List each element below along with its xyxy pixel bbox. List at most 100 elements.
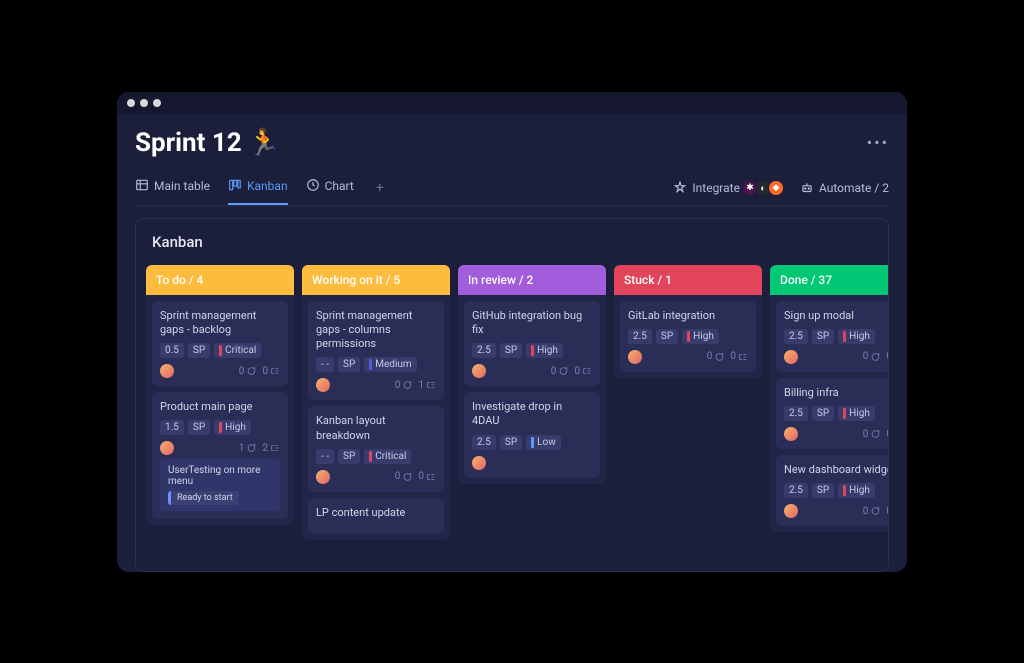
tab-main-table[interactable]: Main table — [135, 172, 210, 205]
kanban-card[interactable]: Product main page 1.5 SP High 1 2 UserTe… — [152, 392, 288, 519]
subitem-title: UserTesting on more menu — [168, 465, 272, 487]
subitems-count[interactable]: 1 — [418, 380, 436, 391]
window-dot[interactable] — [140, 99, 148, 107]
card-title: GitLab integration — [628, 309, 748, 323]
subitems-count[interactable]: 0 — [886, 351, 888, 362]
kanban-column: In review / 2 GitHub integration bug fix … — [458, 265, 606, 561]
column-header[interactable]: In review / 2 — [458, 265, 606, 295]
card-meta: 0 1 — [395, 380, 436, 391]
card-meta: 0 0 — [395, 471, 436, 482]
column-header[interactable]: To do / 4 — [146, 265, 294, 295]
card-title: New dashboard widget — [784, 463, 888, 477]
comments-count[interactable]: 0 — [863, 351, 881, 362]
priority-badge: High — [838, 406, 875, 421]
column-header[interactable]: Working on it / 5 — [302, 265, 450, 295]
story-points-badge: 0.5 — [160, 343, 184, 358]
assignee-avatar[interactable] — [316, 378, 330, 392]
tab-chart[interactable]: Chart — [306, 172, 354, 205]
story-points-badge: 2.5 — [784, 329, 808, 344]
card-meta: 1 2 — [239, 443, 280, 454]
card-footer: 0 0 — [160, 364, 280, 378]
subitems-count[interactable]: 0 — [262, 366, 280, 377]
card-footer: 0 0 — [316, 470, 436, 484]
kanban-card[interactable]: New dashboard widget 2.5 SP High 0 0 — [776, 455, 888, 526]
comments-count[interactable]: 0 — [239, 366, 257, 377]
assignee-avatar[interactable] — [784, 504, 798, 518]
priority-badge: Critical — [214, 343, 261, 358]
automate-button[interactable]: Automate / 2 — [800, 181, 889, 195]
window-dot[interactable] — [127, 99, 135, 107]
subitems-count[interactable]: 0 — [886, 429, 888, 440]
comments-count[interactable]: 0 — [395, 380, 413, 391]
subitems-count[interactable]: 0 — [574, 366, 592, 377]
story-points-badge: 2.5 — [784, 406, 808, 421]
column-body[interactable]: Sign up modal 2.5 SP High 0 0 Billing in… — [770, 295, 888, 533]
kanban-card[interactable]: Sign up modal 2.5 SP High 0 0 — [776, 301, 888, 372]
card-title: Sprint management gaps - backlog — [160, 309, 280, 338]
more-menu-button[interactable]: ••• — [867, 133, 889, 152]
kanban-card[interactable]: Billing infra 2.5 SP High 0 0 — [776, 378, 888, 449]
kanban-columns[interactable]: To do / 4 Sprint management gaps - backlo… — [136, 265, 888, 571]
assignee-avatar[interactable] — [472, 364, 486, 378]
card-title: Sprint management gaps - columns permiss… — [316, 309, 436, 352]
card-footer: 0 0 — [784, 504, 888, 518]
comments-count[interactable]: 0 — [863, 506, 881, 517]
story-points-badge: 2.5 — [784, 483, 808, 498]
assignee-avatar[interactable] — [784, 427, 798, 441]
robot-icon — [800, 181, 814, 195]
column-header[interactable]: Done / 37 — [770, 265, 888, 295]
kanban-card[interactable]: GitHub integration bug fix 2.5 SP High 0… — [464, 301, 600, 387]
integrate-button[interactable]: Integrate ✱ ◐ ◆ — [673, 180, 784, 196]
priority-badge: High — [838, 329, 875, 344]
column-body[interactable]: Sprint management gaps - columns permiss… — [302, 295, 450, 541]
comments-count[interactable]: 0 — [707, 351, 725, 362]
comments-count[interactable]: 1 — [239, 443, 257, 454]
page-title: Sprint 12 🏃 — [135, 128, 280, 158]
kanban-card[interactable]: Sprint management gaps - backlog 0.5 SP … — [152, 301, 288, 387]
subitems-count[interactable]: 0 — [418, 471, 436, 482]
content-area: Sprint 12 🏃 ••• Main table Kanban Chart + I… — [117, 114, 907, 572]
card-title: Billing infra — [784, 386, 888, 400]
assignee-avatar[interactable] — [316, 470, 330, 484]
card-badges: 2.5 SP High — [784, 483, 888, 498]
subitems-count[interactable]: 0 — [886, 506, 888, 517]
subitems-count[interactable]: 2 — [262, 443, 280, 454]
assignee-avatar[interactable] — [784, 350, 798, 364]
card-badges: 0.5 SP Critical — [160, 343, 280, 358]
kanban-card[interactable]: Kanban layout breakdown - - SP Critical … — [308, 406, 444, 492]
story-points-badge: 2.5 — [628, 329, 652, 344]
sp-label-badge: SP — [812, 329, 834, 344]
column-header[interactable]: Stuck / 1 — [614, 265, 762, 295]
assignee-avatar[interactable] — [472, 456, 486, 470]
page-title-text: Sprint 12 — [135, 128, 242, 158]
card-badges: 2.5 SP High — [784, 329, 888, 344]
sp-label-badge: SP — [188, 420, 210, 435]
comments-count[interactable]: 0 — [551, 366, 569, 377]
assignee-avatar[interactable] — [160, 364, 174, 378]
kanban-column: To do / 4 Sprint management gaps - backlo… — [146, 265, 294, 561]
kanban-card[interactable]: Sprint management gaps - columns permiss… — [308, 301, 444, 401]
story-points-badge: 1.5 — [160, 420, 184, 435]
card-footer — [472, 456, 592, 470]
column-body[interactable]: GitLab integration 2.5 SP High 0 0 — [614, 295, 762, 378]
assignee-avatar[interactable] — [160, 441, 174, 455]
card-title: Sign up modal — [784, 309, 888, 323]
tab-label: Kanban — [247, 179, 288, 193]
window-dot[interactable] — [153, 99, 161, 107]
tab-kanban[interactable]: Kanban — [228, 172, 288, 205]
kanban-card[interactable]: LP content update — [308, 498, 444, 534]
comments-count[interactable]: 0 — [863, 429, 881, 440]
subitem-card[interactable]: UserTesting on more menu Ready to start — [160, 459, 280, 511]
add-view-button[interactable]: + — [372, 180, 388, 196]
status-chip[interactable]: Ready to start — [168, 491, 239, 505]
subitems-count[interactable]: 0 — [730, 351, 748, 362]
kanban-card[interactable]: Investigate drop in 4DAU 2.5 SP Low — [464, 392, 600, 478]
column-body[interactable]: GitHub integration bug fix 2.5 SP High 0… — [458, 295, 606, 484]
column-body[interactable]: Sprint management gaps - backlog 0.5 SP … — [146, 295, 294, 526]
card-badges: 2.5 SP Low — [472, 435, 592, 450]
kanban-card[interactable]: GitLab integration 2.5 SP High 0 0 — [620, 301, 756, 372]
card-badges: 1.5 SP High — [160, 420, 280, 435]
comments-count[interactable]: 0 — [395, 471, 413, 482]
card-title: Kanban layout breakdown — [316, 414, 436, 443]
assignee-avatar[interactable] — [628, 350, 642, 364]
